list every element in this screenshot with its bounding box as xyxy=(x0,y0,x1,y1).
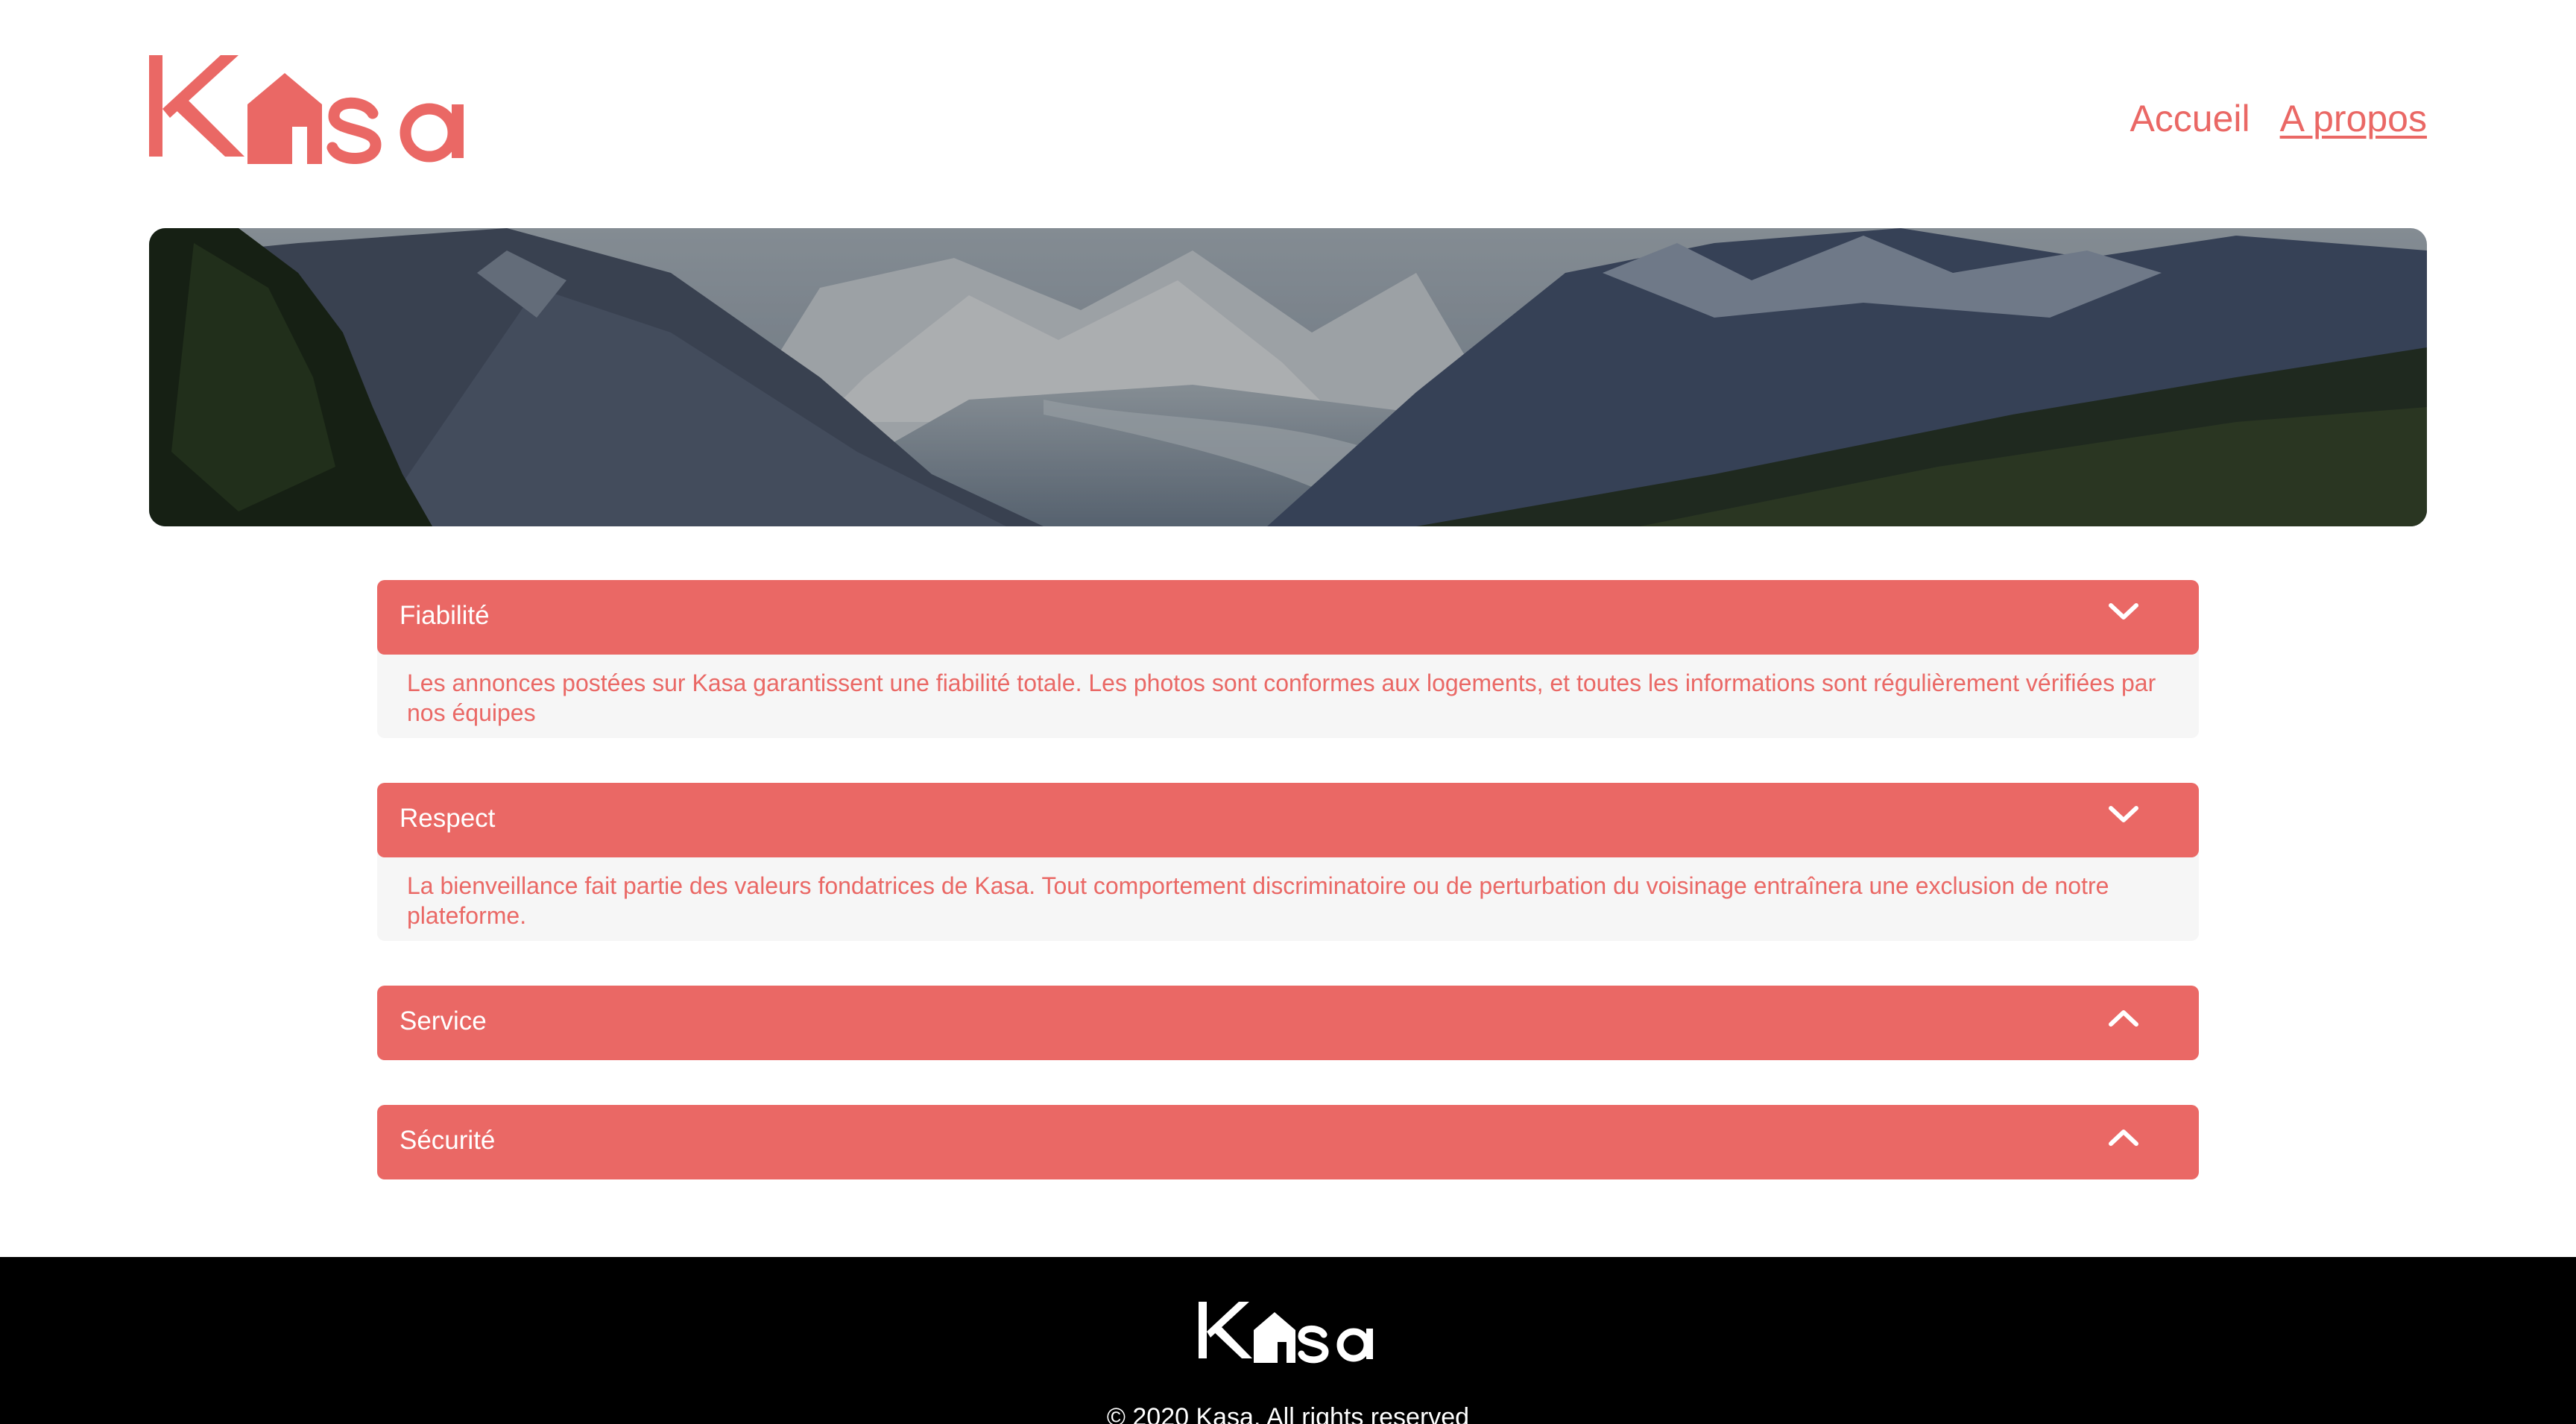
accordion-title: Respect xyxy=(400,804,496,833)
nav-link-accueil[interactable]: Accueil xyxy=(2130,97,2250,140)
accordion-item-service: Service xyxy=(377,986,2199,1060)
chevron-up-icon[interactable] xyxy=(2105,1118,2142,1156)
accordion-item-securite: Sécurité xyxy=(377,1105,2199,1179)
accordion-header-fiabilite[interactable]: Fiabilité xyxy=(377,580,2199,655)
accordion-header-respect[interactable]: Respect xyxy=(377,783,2199,857)
accordion-header-service[interactable]: Service xyxy=(377,986,2199,1060)
accordion-item-respect: Respect La bienveillance fait partie des… xyxy=(377,783,2199,941)
nav-link-a-propos[interactable]: A propos xyxy=(2280,97,2427,140)
values-accordion: Fiabilité Les annonces postées sur Kasa … xyxy=(377,580,2199,1224)
accordion-text: Les annonces postées sur Kasa garantisse… xyxy=(407,670,2156,726)
accordion-title: Sécurité xyxy=(400,1126,496,1155)
accordion-title: Service xyxy=(400,1006,487,1036)
chevron-down-icon[interactable] xyxy=(2105,593,2142,631)
kasa-logo[interactable] xyxy=(149,52,482,164)
accordion-text: La bienveillance fait partie des valeurs… xyxy=(407,872,2109,929)
accordion-content: Les annonces postées sur Kasa garantisse… xyxy=(377,649,2199,738)
banner-image xyxy=(149,228,2427,526)
chevron-up-icon[interactable] xyxy=(2105,999,2142,1036)
footer: © 2020 Kasa. All rights reserved xyxy=(0,1257,2576,1424)
chevron-down-icon[interactable] xyxy=(2105,796,2142,834)
kasa-footer-logo xyxy=(1199,1299,1380,1366)
copyright-text: © 2020 Kasa. All rights reserved xyxy=(1106,1403,1470,1424)
accordion-header-securite[interactable]: Sécurité xyxy=(377,1105,2199,1179)
accordion-item-fiabilite: Fiabilité Les annonces postées sur Kasa … xyxy=(377,580,2199,738)
header: Accueil A propos xyxy=(149,52,2427,164)
main-nav: Accueil A propos xyxy=(2130,97,2427,140)
accordion-content: La bienveillance fait partie des valeurs… xyxy=(377,851,2199,941)
accordion-title: Fiabilité xyxy=(400,601,490,630)
